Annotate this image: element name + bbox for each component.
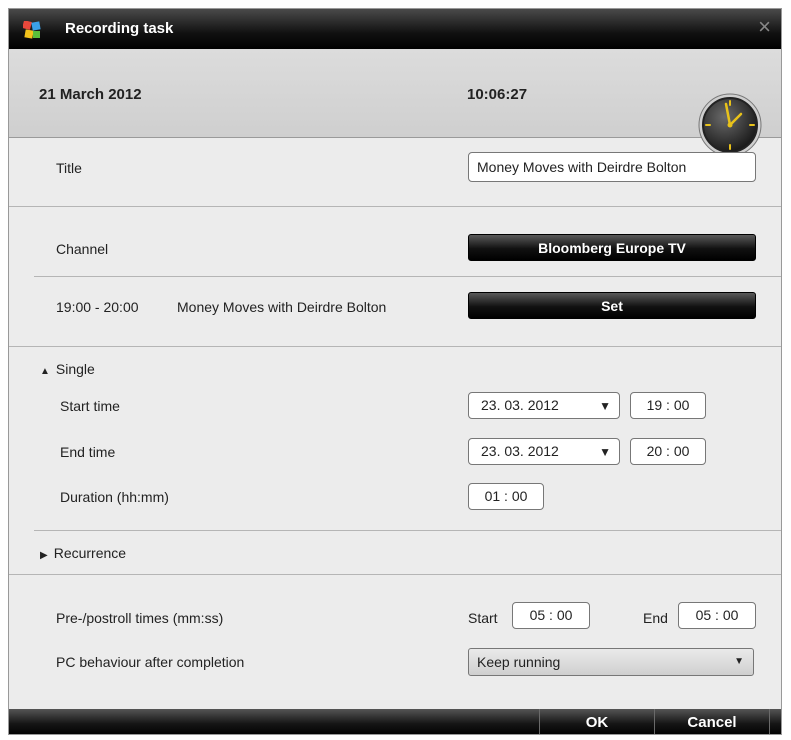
recurrence-expander[interactable]: ▶ Recurrence <box>40 545 126 561</box>
dropdown-arrow-icon: ▼ <box>734 656 744 667</box>
duration-label: Duration (hh:mm) <box>60 489 169 505</box>
start-time-label: Start time <box>60 398 120 414</box>
channel-button[interactable]: Bloomberg Europe TV <box>468 234 756 261</box>
close-icon[interactable]: × <box>758 16 771 38</box>
header-panel: 21 March 2012 10:06:27 <box>9 49 781 157</box>
start-time-input[interactable]: 19 : 00 <box>630 392 706 419</box>
end-time-label: End time <box>60 444 116 460</box>
start-date-picker[interactable]: 23. 03. 2012 ▼ <box>468 392 620 419</box>
triangle-up-icon: ▲ <box>40 366 50 377</box>
program-name: Money Moves with Deirdre Bolton <box>177 299 387 315</box>
divider <box>9 346 781 347</box>
end-date-picker[interactable]: 23. 03. 2012 ▼ <box>468 438 620 465</box>
preroll-start-label: Start <box>468 610 498 626</box>
preroll-start-input[interactable]: 05 : 00 <box>512 602 590 629</box>
title-label: Title <box>56 160 82 176</box>
end-time-input[interactable]: 20 : 00 <box>630 438 706 465</box>
channel-label: Channel <box>56 241 109 257</box>
title-input[interactable]: Money Moves with Deirdre Bolton <box>468 152 756 182</box>
divider <box>34 530 781 531</box>
postroll-end-label: End <box>643 610 668 626</box>
triangle-right-icon: ▶ <box>40 550 48 561</box>
single-label: Single <box>55 361 95 377</box>
start-date-value: 23. 03. 2012 <box>481 397 559 413</box>
divider <box>9 206 781 207</box>
preroll-label: Pre-/postroll times (mm:ss) <box>56 610 224 626</box>
cancel-button[interactable]: Cancel <box>654 709 770 734</box>
analog-clock-icon <box>698 93 762 157</box>
app-logo-icon <box>23 21 41 39</box>
divider <box>34 276 781 277</box>
ok-button[interactable]: OK <box>539 709 654 734</box>
current-time: 10:06:27 <box>467 86 528 103</box>
set-button[interactable]: Set <box>468 292 756 319</box>
pc-behaviour-value: Keep running <box>477 654 561 670</box>
duration-input[interactable]: 01 : 00 <box>468 483 544 510</box>
single-expander[interactable]: ▲ Single <box>40 361 95 377</box>
recording-task-dialog: Recording task × 21 March 2012 10:06:27 <box>8 8 782 735</box>
pc-behaviour-label: PC behaviour after completion <box>56 654 245 670</box>
dropdown-arrow-icon: ▼ <box>599 399 611 413</box>
dropdown-arrow-icon: ▼ <box>599 445 611 459</box>
pc-behaviour-select[interactable]: Keep running ▼ <box>468 648 754 676</box>
postroll-end-input[interactable]: 05 : 00 <box>678 602 756 629</box>
window-title: Recording task <box>65 20 174 37</box>
program-time: 19:00 - 20:00 <box>56 299 139 315</box>
end-date-value: 23. 03. 2012 <box>481 443 559 459</box>
recurrence-label: Recurrence <box>53 545 127 561</box>
title-bar: Recording task × <box>9 9 781 49</box>
current-date: 21 March 2012 <box>39 86 142 103</box>
divider <box>9 574 781 575</box>
